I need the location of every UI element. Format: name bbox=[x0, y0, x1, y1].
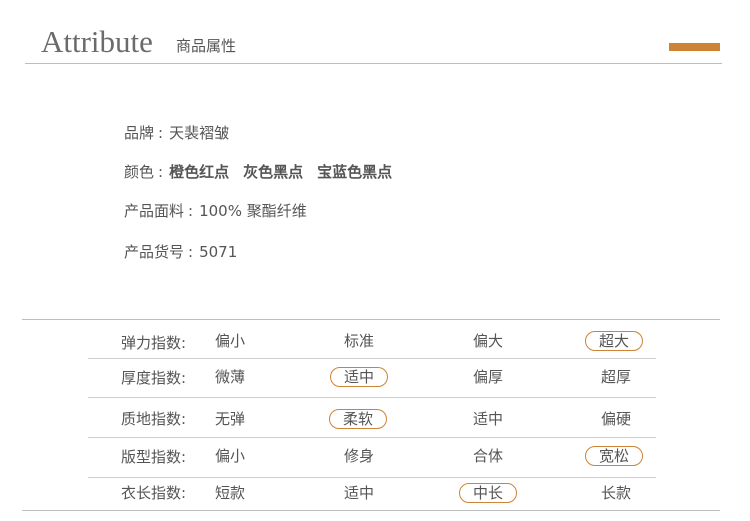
index-option: 无弹 bbox=[215, 410, 246, 428]
index-option-selected: 宽松 bbox=[584, 446, 644, 466]
index-option: 适中 bbox=[343, 484, 374, 502]
index-label-thickness: 厚度指数: bbox=[121, 369, 187, 387]
index-option: 修身 bbox=[343, 447, 374, 465]
row-divider bbox=[88, 397, 656, 398]
header-divider bbox=[25, 63, 722, 64]
index-option: 偏硬 bbox=[600, 410, 631, 428]
index-option: 合体 bbox=[472, 447, 503, 465]
accent-bar bbox=[669, 43, 720, 51]
attribute-row-brand: 品牌: 天裴褶皱 bbox=[124, 124, 230, 142]
index-option: 适中 bbox=[472, 410, 503, 428]
index-label-elasticity: 弹力指数: bbox=[121, 334, 187, 352]
index-label-fit: 版型指数: bbox=[121, 448, 187, 466]
index-label-texture: 质地指数: bbox=[121, 410, 187, 428]
index-option: 偏大 bbox=[472, 332, 503, 350]
index-option: 超厚 bbox=[600, 368, 631, 386]
attribute-row-fabric: 产品面料:100% 聚酯纤维 bbox=[124, 202, 307, 220]
index-option: 长款 bbox=[600, 484, 631, 502]
attribute-label: 产品面料 bbox=[124, 202, 185, 220]
row-divider bbox=[88, 477, 656, 478]
attribute-value: 宝蓝色黑点 bbox=[317, 163, 393, 181]
index-option: 偏小 bbox=[215, 332, 246, 350]
index-option-selected: 柔软 bbox=[328, 409, 388, 429]
section-divider bbox=[22, 319, 720, 320]
index-label-length: 衣长指数: bbox=[121, 484, 187, 502]
index-option: 微薄 bbox=[215, 368, 246, 386]
attribute-value: 100% 聚酯纤维 bbox=[199, 202, 307, 220]
index-option-selected: 中长 bbox=[458, 483, 518, 503]
attribute-row-color: 颜色: 橙色红点 灰色黑点 宝蓝色黑点 bbox=[124, 163, 393, 181]
attribute-label: 品牌 bbox=[124, 124, 155, 142]
index-option: 标准 bbox=[343, 332, 374, 350]
index-option-selected: 适中 bbox=[329, 367, 389, 387]
attribute-value: 橙色红点 bbox=[169, 163, 230, 181]
index-option: 偏小 bbox=[215, 447, 246, 465]
index-option-selected: 超大 bbox=[584, 331, 644, 351]
section-title: Attribute bbox=[41, 24, 153, 59]
attribute-value: 5071 bbox=[199, 243, 238, 261]
section-subtitle: 商品属性 bbox=[176, 37, 237, 55]
index-option: 偏厚 bbox=[472, 368, 503, 386]
row-divider bbox=[88, 358, 656, 359]
bottom-divider bbox=[22, 510, 720, 511]
attribute-label: 颜色 bbox=[124, 163, 155, 181]
attribute-label: 产品货号 bbox=[124, 243, 185, 261]
index-option: 短款 bbox=[215, 484, 246, 502]
attribute-value: 天裴褶皱 bbox=[169, 124, 230, 142]
row-divider bbox=[88, 437, 656, 438]
attribute-row-item-number: 产品货号:5071 bbox=[124, 243, 238, 261]
attribute-value: 灰色黑点 bbox=[243, 163, 304, 181]
